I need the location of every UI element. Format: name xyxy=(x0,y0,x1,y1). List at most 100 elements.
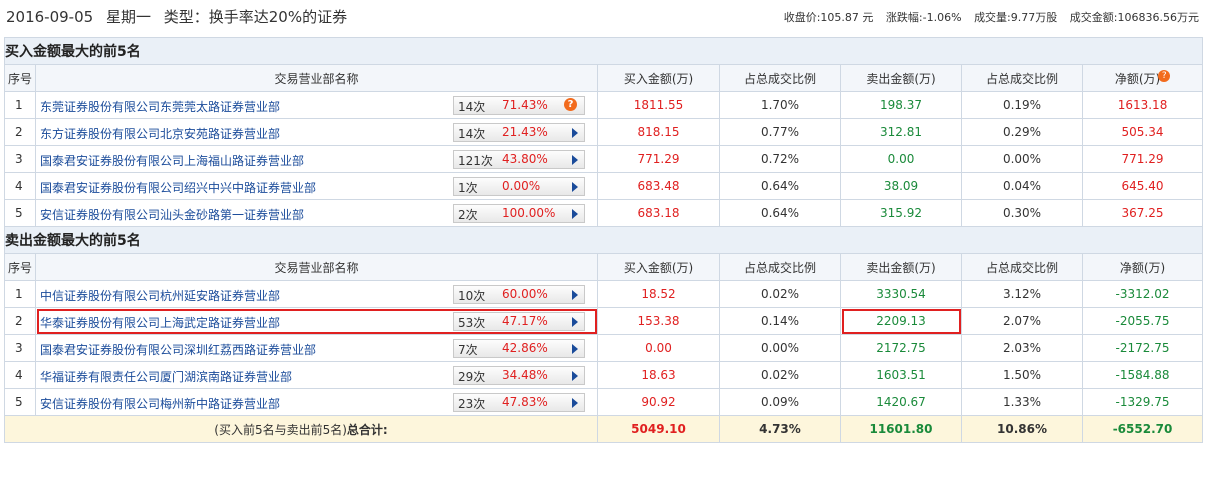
broker-cell: 华福证券有限责任公司厦门湖滨南路证券营业部 29次 34.48% xyxy=(35,361,598,389)
expand-arrow-icon[interactable] xyxy=(572,128,578,138)
close-value: 105.87 元 xyxy=(820,11,874,24)
table-row: 4 国泰君安证券股份有限公司绍兴中兴中路证券营业部 1次 0.00% 683.48 0.6… xyxy=(4,172,1204,200)
row-index: 4 xyxy=(4,172,36,200)
header-buy-ratio: 占总成交比例 xyxy=(719,64,841,92)
cell-sell-ratio: 1.50% xyxy=(961,361,1083,389)
total-buy: 5049.10 xyxy=(597,415,720,443)
row-index: 1 xyxy=(4,280,36,308)
broker-table-body: 买入金额最大的前5名 序号 交易营业部名称 买入金额(万) 占总成交比例 卖出金额(万) 占… xyxy=(3,37,1204,443)
expand-arrow-icon[interactable] xyxy=(572,344,578,354)
win-rate: 0.00% xyxy=(502,179,541,193)
expand-arrow-icon[interactable] xyxy=(572,290,578,300)
sell-section-header-title: 卖出金额最大的前5名 xyxy=(3,226,1204,254)
header-buy-ratio-label: 占总成交比例 xyxy=(743,71,816,86)
header-net: 净额(万) xyxy=(1081,253,1204,281)
times-count: 53次 xyxy=(458,316,486,330)
help-icon[interactable]: ? xyxy=(564,98,577,111)
broker-name-link[interactable]: 国泰君安证券股份有限公司上海福山路证券营业部 xyxy=(40,152,304,169)
table-row: 3 国泰君安证券股份有限公司深圳红荔西路证券营业部 7次 42.86% 0.00 0.00… xyxy=(4,334,1204,362)
times-count: 121次 xyxy=(458,154,493,168)
broker-name-link[interactable]: 东方证券股份有限公司北京安苑路证券营业部 xyxy=(40,125,280,142)
broker-cell: 华泰证券股份有限公司上海武定路证券营业部 53次 47.17% xyxy=(35,307,598,335)
history-button[interactable]: 29次 34.48% xyxy=(453,366,585,385)
cell-buy-ratio: 0.02% xyxy=(719,361,841,389)
table-row: 4 华福证券有限责任公司厦门湖滨南路证券营业部 29次 34.48% 18.63 0.02… xyxy=(4,361,1204,389)
expand-arrow-icon[interactable] xyxy=(572,209,578,219)
history-button[interactable]: 10次 60.00% xyxy=(453,285,585,304)
cell-net: 771.29 xyxy=(1081,145,1204,173)
broker-name-link[interactable]: 国泰君安证券股份有限公司绍兴中兴中路证券营业部 xyxy=(40,179,316,196)
cell-sell: 2172.75 xyxy=(840,334,962,362)
broker-name-link[interactable]: 华泰证券股份有限公司上海武定路证券营业部 xyxy=(40,314,280,331)
times-count: 7次 xyxy=(458,343,478,357)
history-button[interactable]: 7次 42.86% xyxy=(453,339,585,358)
cell-buy: 683.48 xyxy=(597,172,720,200)
expand-arrow-icon[interactable] xyxy=(572,155,578,165)
date-text: 2016-09-05 xyxy=(6,8,94,26)
header-buy: 买入金额(万) xyxy=(597,64,720,92)
cell-buy-ratio: 0.64% xyxy=(719,199,841,227)
cell-sell: 198.37 xyxy=(840,91,962,119)
header-no-label: 序号 xyxy=(7,260,32,275)
cell-sell: 312.81 xyxy=(840,118,962,146)
volume-value: 9.77万股 xyxy=(1010,11,1058,24)
row-index: 5 xyxy=(4,199,36,227)
amount-label: 成交金额: xyxy=(1069,11,1118,24)
weekday-text: 星期一 xyxy=(105,8,151,26)
header-sell: 卖出金额(万) xyxy=(840,64,962,92)
cell-buy-ratio: 0.00% xyxy=(719,334,841,362)
times-count: 2次 xyxy=(458,208,478,222)
broker-name-link[interactable]: 华福证券有限责任公司厦门湖滨南路证券营业部 xyxy=(40,368,292,385)
buy-section-header: 买入金额最大的前5名 xyxy=(3,37,1204,65)
history-button[interactable]: 14次 71.43%? xyxy=(453,96,585,115)
history-button[interactable]: 1次 0.00% xyxy=(453,177,585,196)
header-no: 序号 xyxy=(4,64,36,92)
cell-net: -2055.75 xyxy=(1081,307,1204,335)
history-button[interactable]: 2次 100.00% xyxy=(453,204,585,223)
cell-sell-ratio: 0.04% xyxy=(961,172,1083,200)
help-icon[interactable]: ? xyxy=(1158,69,1171,82)
cell-net: -1329.75 xyxy=(1081,388,1204,416)
win-rate: 71.43% xyxy=(502,98,548,112)
expand-arrow-icon[interactable] xyxy=(572,317,578,327)
expand-arrow-icon[interactable] xyxy=(572,371,578,381)
header-sell-label: 卖出金额(万) xyxy=(866,260,936,275)
volume-label: 成交量: xyxy=(974,11,1011,24)
times-count: 14次 xyxy=(458,127,486,141)
change-label: 涨跌幅: xyxy=(885,11,923,24)
summary-stats: 收盘价:105.87 元 涨跌幅:-1.06% 成交量:9.77万股 成交金额:… xyxy=(775,9,1199,25)
expand-arrow-icon[interactable] xyxy=(572,182,578,192)
header-sell-ratio-label: 占总成交比例 xyxy=(985,260,1058,275)
times-count: 10次 xyxy=(458,289,486,303)
history-button[interactable]: 23次 47.83% xyxy=(453,393,585,412)
history-button[interactable]: 14次 21.43% xyxy=(453,123,585,142)
broker-cell: 安信证券股份有限公司汕头金砂路第一证券营业部 2次 100.00% xyxy=(35,199,598,227)
cell-buy: 1811.55 xyxy=(597,91,720,119)
expand-arrow-icon[interactable] xyxy=(572,398,578,408)
header-name-label: 交易营业部名称 xyxy=(274,71,359,86)
cell-net: 1613.18 xyxy=(1081,91,1204,119)
header-net-label: 净额(万) xyxy=(1114,71,1161,86)
table-row: 1 东莞证券股份有限公司东莞莞太路证券营业部 14次 71.43%? 1811.55 1.… xyxy=(4,91,1204,119)
broker-name-link[interactable]: 安信证券股份有限公司梅州新中路证券营业部 xyxy=(40,395,280,412)
history-button[interactable]: 53次 47.17% xyxy=(453,312,585,331)
broker-cell: 中信证券股份有限公司杭州延安路证券营业部 10次 60.00% xyxy=(35,280,598,308)
cell-buy: 90.92 xyxy=(597,388,720,416)
cell-buy: 683.18 xyxy=(597,199,720,227)
win-rate: 60.00% xyxy=(502,287,548,301)
times-count: 23次 xyxy=(458,397,486,411)
broker-cell: 国泰君安证券股份有限公司上海福山路证券营业部 121次 43.80% xyxy=(35,145,598,173)
cell-sell-ratio: 0.00% xyxy=(961,145,1083,173)
history-button[interactable]: 121次 43.80% xyxy=(453,150,585,169)
broker-name-link[interactable]: 中信证券股份有限公司杭州延安路证券营业部 xyxy=(40,287,280,304)
cell-buy: 818.15 xyxy=(597,118,720,146)
win-rate: 43.80% xyxy=(502,152,548,166)
table-row: 2 东方证券股份有限公司北京安苑路证券营业部 14次 21.43% 818.15 0.77… xyxy=(4,118,1204,146)
header-sell-ratio: 占总成交比例 xyxy=(961,64,1083,92)
summary-title: 2016-09-05 星期一 类型：换手率达20%的证券 xyxy=(6,6,355,27)
header-buy-label: 买入金额(万) xyxy=(623,260,694,275)
broker-name-link[interactable]: 安信证券股份有限公司汕头金砂路第一证券营业部 xyxy=(40,206,304,223)
broker-name-link[interactable]: 国泰君安证券股份有限公司深圳红荔西路证券营业部 xyxy=(40,341,316,358)
broker-name-link[interactable]: 东莞证券股份有限公司东莞莞太路证券营业部 xyxy=(40,98,280,115)
broker-cell: 东莞证券股份有限公司东莞莞太路证券营业部 14次 71.43%? xyxy=(35,91,598,119)
